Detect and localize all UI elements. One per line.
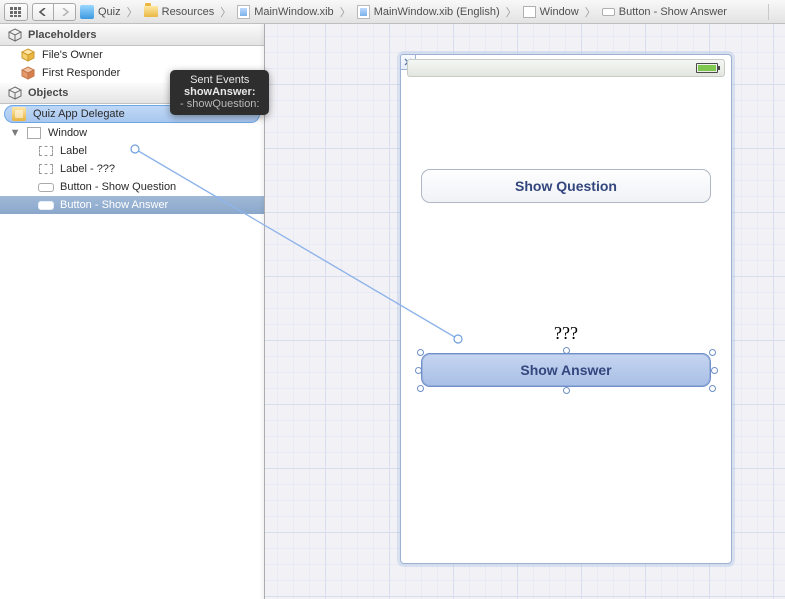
chevron-right-icon: 〉: [583, 4, 598, 20]
object-button-show-question[interactable]: Button - Show Question: [0, 178, 264, 196]
popover-action-primary[interactable]: showAnswer:: [180, 86, 259, 98]
row-label: Button - Show Answer: [60, 199, 168, 211]
popover-action-secondary[interactable]: - showQuestion:: [180, 98, 259, 110]
xib-file-icon: [357, 5, 370, 19]
crumb-folder[interactable]: Resources: [162, 6, 215, 18]
selection-handle[interactable]: [417, 349, 424, 356]
placeholders-header: Placeholders: [0, 24, 264, 46]
selection-handle[interactable]: [563, 347, 570, 354]
folder-icon: [144, 6, 158, 17]
button-icon: [602, 8, 615, 16]
sent-events-popover: Sent Events showAnswer: - showQuestion:: [170, 70, 269, 115]
row-label: Quiz App Delegate: [33, 108, 125, 120]
row-label: First Responder: [42, 67, 120, 79]
first-responder-icon: [20, 66, 36, 80]
selection-handle[interactable]: [709, 349, 716, 356]
grid-icon: [10, 7, 22, 17]
xib-file-icon: [237, 5, 250, 19]
selection-handle[interactable]: [417, 385, 424, 392]
crumb-selected[interactable]: Button - Show Answer: [619, 6, 727, 18]
button-label: Show Answer: [520, 362, 611, 378]
objects-label: Objects: [28, 87, 68, 99]
toolbar-separator: [768, 4, 769, 20]
crumb-window[interactable]: Window: [540, 6, 579, 18]
button-icon: [38, 201, 54, 210]
back-button[interactable]: [32, 3, 54, 21]
row-label: File's Owner: [42, 49, 103, 61]
related-items-button[interactable]: [4, 3, 28, 21]
history-nav: [32, 3, 76, 21]
selection-handle[interactable]: [709, 385, 716, 392]
chevron-right-icon: [61, 8, 69, 16]
battery-icon: [696, 63, 718, 73]
chevron-left-icon: [39, 8, 47, 16]
show-question-button[interactable]: Show Question: [421, 169, 711, 203]
label-icon: [39, 164, 53, 174]
disclosure-triangle-icon[interactable]: ▼: [10, 127, 20, 139]
toolbar: Quiz 〉 Resources 〉 MainWindow.xib 〉 Main…: [0, 0, 785, 24]
label-qmarks[interactable]: ???: [401, 323, 731, 344]
row-label: Button - Show Question: [60, 181, 176, 193]
window-icon: [523, 6, 536, 18]
chevron-right-icon: 〉: [338, 4, 353, 20]
project-icon: [80, 5, 94, 19]
crumb-file[interactable]: MainWindow.xib: [254, 6, 333, 18]
object-window[interactable]: ▼ Window: [0, 124, 264, 142]
files-owner-icon: [20, 48, 36, 62]
show-answer-button[interactable]: Show Answer: [421, 353, 711, 387]
window-canvas[interactable]: Show Question ??? Show Answer: [400, 54, 732, 564]
popover-title: Sent Events: [180, 74, 259, 86]
row-label: Label - ???: [60, 163, 115, 175]
placeholder-files-owner[interactable]: File's Owner: [0, 46, 264, 64]
selection-handle[interactable]: [415, 367, 422, 374]
label-icon: [39, 146, 53, 156]
window-icon: [27, 127, 41, 139]
cube-icon: [8, 86, 22, 100]
button-label: Show Question: [515, 178, 617, 194]
cube-icon: [8, 28, 22, 42]
selection-handle[interactable]: [711, 367, 718, 374]
chevron-right-icon: 〉: [125, 4, 140, 20]
placeholders-label: Placeholders: [28, 29, 96, 41]
object-label-qmarks[interactable]: Label - ???: [0, 160, 264, 178]
button-icon: [38, 183, 54, 192]
object-label[interactable]: Label: [0, 142, 264, 160]
crumb-project[interactable]: Quiz: [98, 6, 121, 18]
interface-builder-canvas[interactable]: Show Question ??? Show Answer: [265, 24, 785, 599]
crumb-localization[interactable]: MainWindow.xib (English): [374, 6, 500, 18]
forward-button[interactable]: [54, 3, 76, 21]
chevron-right-icon: 〉: [218, 4, 233, 20]
app-delegate-icon: [12, 107, 26, 121]
row-label: Window: [48, 127, 87, 139]
main-split: Placeholders File's Owner First Responde…: [0, 24, 785, 599]
chevron-right-icon: 〉: [504, 4, 519, 20]
selection-handle[interactable]: [563, 387, 570, 394]
object-button-show-answer[interactable]: Button - Show Answer: [0, 196, 264, 214]
row-label: Label: [60, 145, 87, 157]
breadcrumb: Quiz 〉 Resources 〉 MainWindow.xib 〉 Main…: [80, 4, 727, 20]
status-bar: [407, 59, 725, 77]
